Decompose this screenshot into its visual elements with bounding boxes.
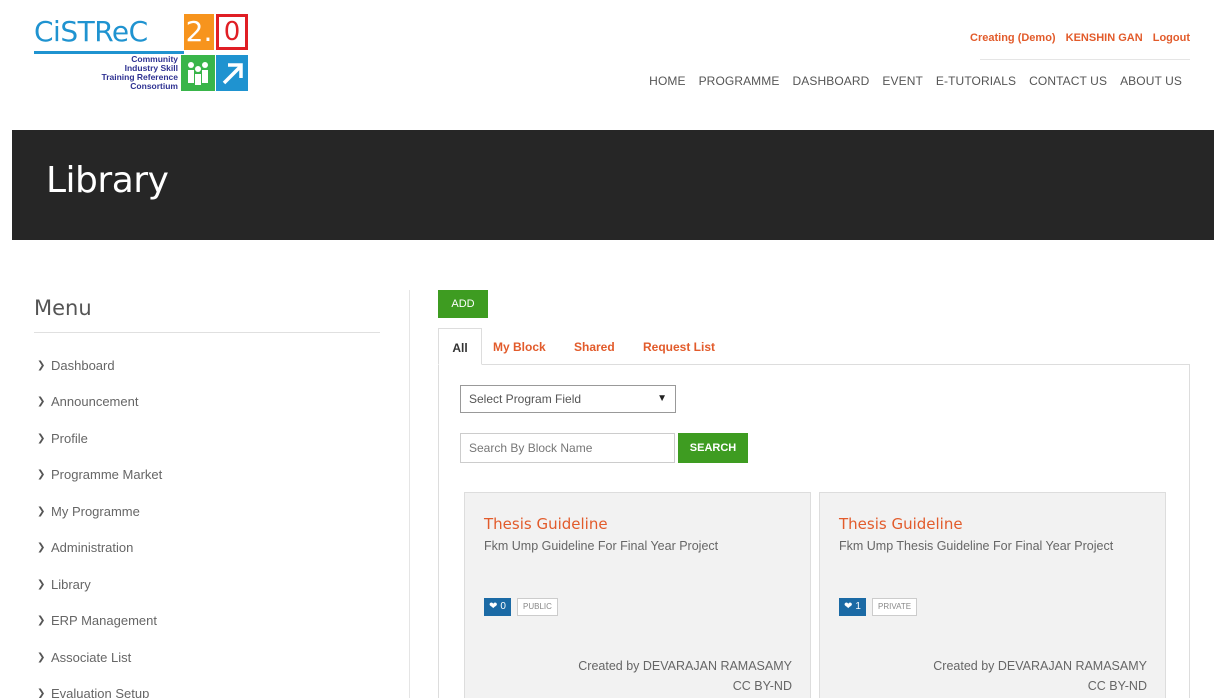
- logo-version-minor: 0: [216, 14, 248, 50]
- sidebar-item-my-programme[interactable]: ❯ My Programme: [34, 493, 380, 530]
- card-author: Created by DEVARAJAN RAMASAMY: [933, 659, 1147, 673]
- chevron-right-icon: ❯: [37, 359, 46, 371]
- sidebar-item-administration[interactable]: ❯ Administration: [34, 530, 380, 567]
- nav-about-us[interactable]: ABOUT US: [1120, 74, 1182, 88]
- sidebar-item-dashboard[interactable]: ❯ Dashboard: [34, 347, 380, 384]
- visibility-badge: PUBLIC: [517, 598, 558, 616]
- card-license: CC BY-ND: [732, 679, 792, 693]
- sidebar-item-programme-market[interactable]: ❯ Programme Market: [34, 457, 380, 494]
- like-button[interactable]: ❤ 1: [839, 598, 866, 616]
- menu-list: ❯ Dashboard ❯ Announcement ❯ Profile ❯ Progr…: [34, 347, 380, 698]
- logo-subtitle: Community Industry Skill Training Refere…: [74, 55, 178, 91]
- user-name-link[interactable]: KENSHIN GAN: [1066, 32, 1143, 44]
- library-tabs: All My Block Shared Request List: [438, 328, 1190, 365]
- sidebar-item-label: Programme Market: [51, 467, 163, 483]
- sidebar-item-label: Administration: [51, 540, 134, 556]
- logout-link[interactable]: Logout: [1153, 32, 1190, 44]
- sidebar-item-label: ERP Management: [51, 613, 157, 629]
- block-name-search-input[interactable]: [460, 433, 675, 463]
- chevron-right-icon: ❯: [37, 505, 46, 517]
- chevron-right-icon: ❯: [37, 688, 46, 698]
- tab-shared[interactable]: Shared: [574, 328, 615, 365]
- arrow-up-right-icon: [216, 55, 248, 91]
- logo-brand-text: CiSTReC: [34, 15, 148, 48]
- nav-programme[interactable]: PROGRAMME: [699, 74, 780, 88]
- tab-all[interactable]: All: [438, 328, 482, 365]
- logo-version-major: 2.: [184, 14, 214, 50]
- card-description: Fkm Ump Thesis Guideline For Final Year …: [839, 539, 1114, 553]
- like-count: 0: [500, 601, 506, 612]
- sidebar-item-evaluation-setup[interactable]: ❯ Evaluation Setup: [34, 676, 380, 698]
- chevron-right-icon: ❯: [37, 542, 46, 554]
- nav-e-tutorials[interactable]: E-TUTORIALS: [936, 74, 1016, 88]
- logo-subtitle-line: Consortium: [130, 81, 178, 91]
- header-divider: [980, 59, 1190, 60]
- nav-dashboard[interactable]: DASHBOARD: [792, 74, 869, 88]
- main-nav: HOME PROGRAMME DASHBOARD EVENT E-TUTORIA…: [649, 74, 1182, 88]
- heart-icon: ❤: [489, 601, 498, 612]
- caret-down-icon: ▼: [657, 393, 667, 404]
- program-field-select[interactable]: Select Program Field ▼: [460, 385, 676, 413]
- program-field-value: Select Program Field: [469, 392, 582, 406]
- like-button[interactable]: ❤ 0: [484, 598, 511, 616]
- people-icon: [181, 55, 215, 91]
- sidebar-menu: Menu ❯ Dashboard ❯ Announcement ❯ Profile ❯…: [34, 290, 380, 698]
- sidebar-divider: [409, 290, 410, 698]
- user-links: Creating (Demo) KENSHIN GAN Logout: [963, 32, 1190, 44]
- card-title-link[interactable]: Thesis Guideline: [839, 515, 963, 533]
- site-logo[interactable]: CiSTReC 2. 0 Community Industry Skill Tr…: [34, 14, 250, 92]
- library-panel: Select Program Field ▼ SEARCH Thesis Gui…: [438, 364, 1190, 698]
- chevron-right-icon: ❯: [37, 651, 46, 663]
- chevron-right-icon: ❯: [37, 396, 46, 408]
- like-count: 1: [855, 601, 861, 612]
- card-license: CC BY-ND: [1087, 679, 1147, 693]
- tab-request-list[interactable]: Request List: [643, 328, 715, 365]
- menu-title: Menu: [34, 296, 92, 320]
- tab-my-block[interactable]: My Block: [493, 328, 546, 365]
- sidebar-item-associate-list[interactable]: ❯ Associate List: [34, 639, 380, 676]
- library-card: Thesis Guideline Fkm Ump Guideline For F…: [464, 492, 811, 698]
- creating-demo-link[interactable]: Creating (Demo): [970, 32, 1056, 44]
- chevron-right-icon: ❯: [37, 469, 46, 481]
- chevron-right-icon: ❯: [37, 432, 46, 444]
- menu-divider: [34, 332, 380, 333]
- card-description: Fkm Ump Guideline For Final Year Project: [484, 539, 719, 553]
- nav-event[interactable]: EVENT: [882, 74, 923, 88]
- sidebar-item-library[interactable]: ❯ Library: [34, 566, 380, 603]
- sidebar-item-label: Dashboard: [51, 357, 115, 373]
- heart-icon: ❤: [844, 601, 853, 612]
- chevron-right-icon: ❯: [37, 615, 46, 627]
- nav-home[interactable]: HOME: [649, 74, 685, 88]
- library-card: Thesis Guideline Fkm Ump Thesis Guidelin…: [819, 492, 1166, 698]
- sidebar-item-label: Profile: [51, 430, 88, 446]
- visibility-badge: PRIVATE: [872, 598, 918, 616]
- sidebar-item-label: Associate List: [51, 649, 132, 665]
- add-button[interactable]: ADD: [438, 290, 488, 318]
- sidebar-item-label: Announcement: [51, 394, 139, 410]
- sidebar-item-profile[interactable]: ❯ Profile: [34, 420, 380, 457]
- sidebar-item-announcement[interactable]: ❯ Announcement: [34, 384, 380, 421]
- page-banner: Library: [12, 130, 1214, 240]
- chevron-right-icon: ❯: [37, 578, 46, 590]
- card-title-link[interactable]: Thesis Guideline: [484, 515, 608, 533]
- search-button[interactable]: SEARCH: [678, 433, 748, 463]
- sidebar-item-label: Evaluation Setup: [51, 686, 150, 698]
- sidebar-item-label: Library: [51, 576, 91, 592]
- page-title: Library: [46, 160, 169, 201]
- sidebar-item-erp-management[interactable]: ❯ ERP Management: [34, 603, 380, 640]
- nav-contact-us[interactable]: CONTACT US: [1029, 74, 1107, 88]
- sidebar-item-label: My Programme: [51, 503, 140, 519]
- card-author: Created by DEVARAJAN RAMASAMY: [578, 659, 792, 673]
